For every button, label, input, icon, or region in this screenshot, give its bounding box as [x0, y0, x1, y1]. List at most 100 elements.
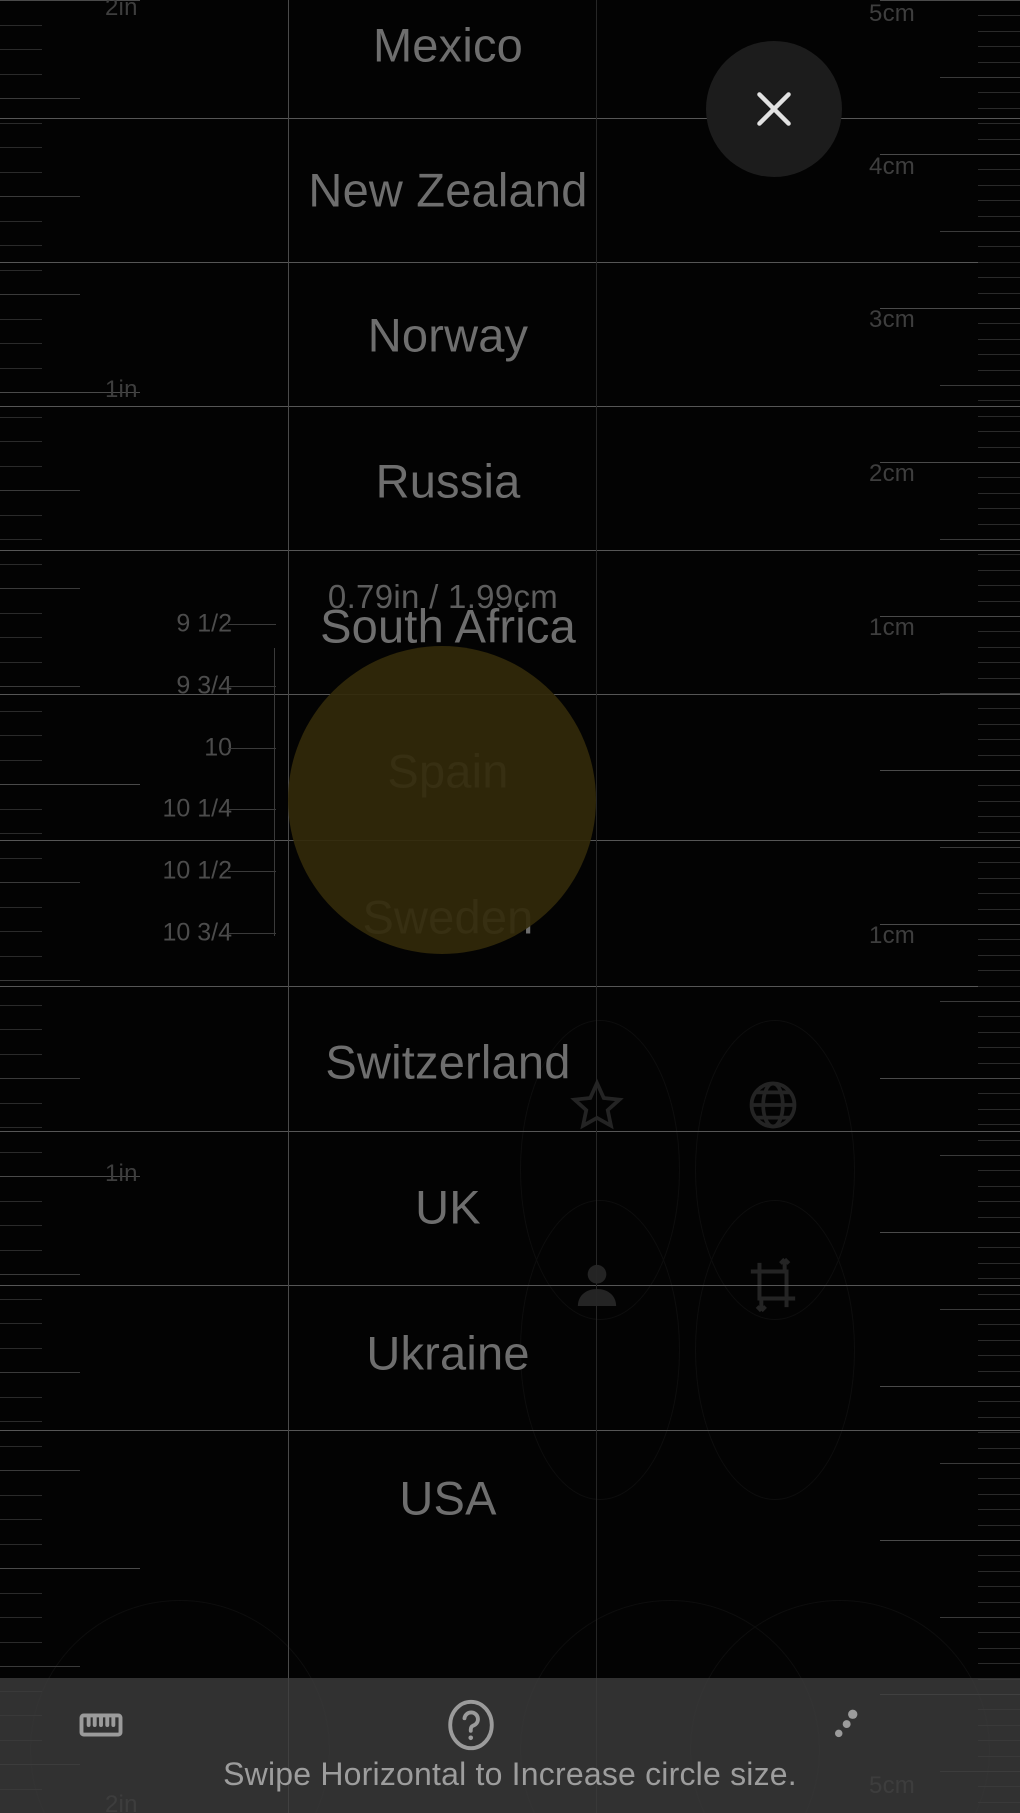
country-item-russia[interactable]: Russia	[8, 454, 888, 509]
ruler-tick	[978, 631, 1020, 633]
more-button[interactable]	[814, 1692, 870, 1758]
swipe-hint-text: Swipe Horizontal to Increase circle size…	[223, 1756, 797, 1792]
ruler-tick	[978, 1124, 1020, 1126]
ruler-tick	[0, 514, 42, 516]
fraction-tick	[228, 686, 276, 687]
ruler-tick	[0, 416, 42, 418]
ruler-tick	[940, 231, 1020, 232]
country-item-norway[interactable]: Norway	[8, 308, 888, 363]
help-button[interactable]	[442, 1692, 500, 1758]
ruler-tick	[0, 808, 42, 810]
ruler-tick	[978, 1016, 1020, 1018]
ruler-tick	[978, 677, 1020, 679]
ruler-tick	[0, 73, 42, 75]
ruler-tick	[978, 1170, 1020, 1172]
ruler-tick	[978, 1324, 1020, 1326]
ruler-tick	[978, 723, 1020, 725]
ruler-tick	[978, 30, 1020, 32]
country-item-ukraine[interactable]: Ukraine	[8, 1326, 888, 1381]
ruler-icon	[75, 1699, 127, 1751]
ruler-tick	[978, 1047, 1020, 1049]
ruler-tick	[978, 1432, 1020, 1434]
ruler-tick	[978, 970, 1020, 972]
ruler-tick	[978, 600, 1020, 602]
ruler-tick	[978, 1355, 1020, 1357]
ruler-tick	[0, 367, 42, 369]
ruler-tick	[978, 739, 1020, 741]
ruler-tick	[940, 1617, 1020, 1618]
ruler-tick	[0, 1445, 42, 1447]
ruler-tick	[0, 98, 80, 99]
ruler-tick	[978, 138, 1020, 140]
close-button[interactable]	[706, 41, 842, 177]
ruler-tick	[940, 539, 1020, 540]
ruler-tick	[978, 246, 1020, 248]
ruler-tick	[0, 441, 42, 442]
ruler-tick	[880, 0, 1020, 1]
measurement-circle[interactable]	[288, 646, 596, 954]
ruler-tick	[978, 893, 1020, 895]
ruler-tick	[0, 710, 42, 712]
ruler-tick	[880, 1540, 1020, 1541]
ruler-label: 1in	[105, 376, 138, 403]
help-icon	[442, 1696, 500, 1754]
ruler-tick	[978, 708, 1020, 710]
ruler-tick	[978, 662, 1020, 664]
ruler-tick	[978, 1339, 1020, 1341]
ruler-tick	[978, 785, 1020, 787]
ruler-tick	[880, 924, 1020, 925]
ruler-tick	[978, 369, 1020, 371]
ruler-tick	[978, 1108, 1020, 1110]
ruler-tick	[978, 15, 1020, 17]
ruler-tick	[940, 77, 1020, 78]
ruler-tick	[0, 1568, 140, 1569]
ruler-tick	[978, 400, 1020, 402]
ruler-tick	[978, 954, 1020, 956]
ruler-tick	[0, 1396, 42, 1398]
ruler-tick	[978, 1478, 1020, 1480]
ruler-tick	[978, 446, 1020, 448]
ruler-tick	[880, 1232, 1020, 1233]
ruler-tick	[978, 46, 1020, 48]
ruler-tick	[940, 385, 1020, 386]
ruler-tick	[0, 857, 42, 859]
ruler-tick	[978, 1663, 1020, 1665]
ruler-tick	[0, 955, 42, 957]
bottom-toolbar: Swipe Horizontal to Increase circle size…	[0, 1678, 1020, 1813]
ruler-tick	[0, 882, 80, 883]
ruler-tick	[880, 770, 1020, 771]
ruler-tick	[978, 338, 1020, 340]
close-icon	[749, 84, 799, 134]
fraction-label: 10 1/4	[162, 794, 232, 823]
ruler-tick	[0, 1617, 42, 1618]
ruler-tick	[978, 862, 1020, 864]
ruler-tick	[0, 980, 80, 981]
ruler-tick	[0, 1151, 42, 1153]
ruler-tick	[978, 123, 1020, 125]
ruler-tick	[978, 646, 1020, 648]
ruler-tick	[0, 1641, 42, 1643]
ruler-tick	[978, 1093, 1020, 1095]
ruler-tick	[880, 1078, 1020, 1079]
ruler-tick	[978, 800, 1020, 802]
ruler-tick	[0, 1102, 42, 1104]
ruler-tick	[880, 616, 1020, 617]
ruler-tick	[978, 1632, 1020, 1634]
ruler-tick	[978, 1586, 1020, 1588]
ruler-tick	[978, 1509, 1020, 1511]
ruler-tick	[978, 831, 1020, 833]
ruler-tick	[978, 292, 1020, 294]
ruler-tick	[0, 1029, 42, 1030]
ruler-button[interactable]	[75, 1692, 127, 1758]
country-item-usa[interactable]: USA	[8, 1471, 888, 1526]
fraction-tick	[228, 871, 276, 872]
ruler-tick	[880, 308, 1020, 309]
ruler-tick	[978, 323, 1020, 325]
country-item-switzerland[interactable]: Switzerland	[8, 1035, 888, 1090]
ruler-tick	[0, 686, 80, 687]
ruler-tick	[978, 431, 1020, 433]
ruler-tick	[978, 523, 1020, 525]
ruler-tick	[978, 1555, 1020, 1557]
country-item-uk[interactable]: UK	[8, 1180, 888, 1235]
ruler-tick	[978, 939, 1020, 941]
